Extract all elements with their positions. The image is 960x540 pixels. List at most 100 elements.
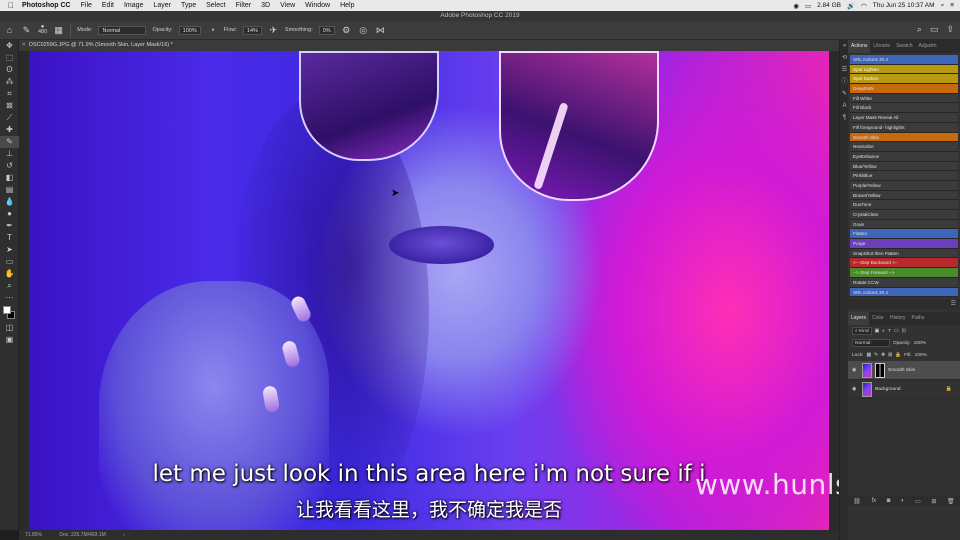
photo-canvas[interactable] [29,51,829,530]
tab-color[interactable]: Color [869,312,887,325]
mode-select[interactable]: Normal [98,25,147,35]
action-item[interactable]: Fill Black [850,103,958,114]
action-item[interactable]: Purge [850,239,958,249]
layer-name[interactable]: Smooth Skin [888,368,915,373]
layer-thumbnail[interactable] [862,381,872,397]
menu-layer[interactable]: Layer [153,2,171,9]
brush-preset-picker[interactable]: ● 480 [38,24,47,35]
action-item[interactable]: Grain [850,219,958,230]
apple-menu-icon[interactable]:  [8,1,14,10]
action-item[interactable]: Layer Mask Reveal All [850,113,958,123]
tab-libraries[interactable]: Librarie [870,40,893,53]
dodge-tool-icon[interactable]: ● [0,208,19,220]
new-layer-icon[interactable]: ⊞ [931,498,936,505]
action-item[interactable]: EyeEnhance [850,151,958,162]
screen-mode-icon[interactable]: ▣ [0,334,19,346]
search-icon[interactable]: ⌕ [917,24,922,35]
layer-row-smooth-skin[interactable]: ◉ Smooth Skin [848,361,960,380]
crop-tool-icon[interactable]: ⌗ [0,88,19,100]
menu-3d[interactable]: 3D [261,2,270,9]
zoom-level[interactable]: 71.85% [25,532,42,538]
search-icon[interactable]: ⌕ [941,2,945,10]
menu-view[interactable]: View [280,2,295,9]
pressure-size-icon[interactable]: ◎ [358,25,369,36]
status-arrow-icon[interactable]: › [123,532,125,538]
menu-window[interactable]: Window [305,2,330,9]
opacity-field[interactable]: 100% [178,25,201,35]
group-icon[interactable]: ▭ [915,498,921,505]
gradient-tool-icon[interactable]: ▤ [0,184,19,196]
airbrush-icon[interactable]: ✈ [268,25,279,36]
symmetry-icon[interactable]: ⋈ [375,25,386,36]
filter-pixel-icon[interactable]: ▣ [875,329,880,334]
home-icon[interactable]: ⌂ [4,25,15,36]
filter-smart-icon[interactable]: ⊡ [902,329,906,334]
action-item[interactable]: Smooth Skin [850,132,958,143]
healing-tool-icon[interactable]: ✚ [0,124,19,136]
volume-icon[interactable]: 🔊 [847,2,855,10]
action-item[interactable]: Spot Lighten [850,64,958,75]
tab-actions[interactable]: Actions [848,40,871,53]
kind-filter-select[interactable]: ⌕ Kind [852,327,872,335]
action-item[interactable]: DuoTone [850,200,958,210]
tab-swatches[interactable]: Swatch [893,40,915,53]
lock-paint-icon[interactable]: ✎ [874,353,878,358]
brush-tool-icon[interactable]: ✎ [0,136,19,148]
action-item[interactable]: Brown/Yellow [850,190,958,201]
close-tab-icon[interactable]: × [22,40,26,51]
actions-menu-icon[interactable]: ☰ [848,299,960,310]
layer-opacity-value[interactable]: 100% [914,341,926,346]
visibility-eye-icon[interactable]: ◉ [852,386,859,392]
menu-filter[interactable]: Filter [236,2,252,9]
history-brush-tool-icon[interactable]: ↺ [0,160,19,172]
app-menu[interactable]: Photoshop CC [22,2,71,9]
menu-type[interactable]: Type [181,2,196,9]
layer-row-background[interactable]: ◉ Background 🔒 [848,380,960,399]
link-layers-icon[interactable]: ⛓ [853,498,861,505]
menu-file[interactable]: File [81,2,92,9]
workspace-icon[interactable]: ▭ [930,24,939,35]
menu-image[interactable]: Image [124,2,143,9]
action-item[interactable]: CrystalClear [850,210,958,220]
type-tool-icon[interactable]: T [0,232,19,244]
smoothing-settings-icon[interactable]: ⚙ [341,25,352,36]
layer-thumbnail[interactable] [862,362,872,378]
move-tool-icon[interactable]: ✥ [0,40,19,52]
action-item[interactable]: Neutralize [850,142,958,152]
rectangle-tool-icon[interactable]: ▭ [0,256,19,268]
action-item[interactable]: Spot Darken [850,74,958,85]
adjustment-layer-icon[interactable]: ◐ [901,498,905,504]
visibility-eye-icon[interactable]: ◉ [852,367,859,373]
hand-tool-icon[interactable]: ✋ [0,268,19,280]
eraser-tool-icon[interactable]: ◧ [0,172,19,184]
lock-all-icon[interactable]: 🔒 [895,353,901,358]
layer-mask-thumbnail[interactable] [875,362,885,378]
tab-paths[interactable]: Paths [909,312,928,325]
fill-value[interactable]: 100% [915,353,927,358]
pressure-opacity-icon[interactable]: ◔ [207,25,218,36]
action-item[interactable]: Fill foreground- highlights [850,122,958,133]
lock-move-icon[interactable]: ✥ [881,353,885,358]
frame-tool-icon[interactable]: ⊠ [0,100,19,112]
color-swatches[interactable] [0,304,18,322]
blur-tool-icon[interactable]: 💧 [0,196,19,208]
action-item[interactable]: SRL Actions 20.4 [850,55,958,65]
action-item[interactable]: SRL Actions 20.4 [850,287,958,298]
filter-shape-icon[interactable]: ▭ [894,329,899,334]
layer-name[interactable]: Background [875,387,901,392]
marquee-tool-icon[interactable]: ⬚ [0,52,19,64]
smoothing-field[interactable]: 0% [318,25,335,35]
menu-list-icon[interactable]: ≡ [950,2,954,9]
action-item[interactable]: Purple/Yellow [850,180,958,191]
action-item[interactable]: Blue/Yellow [850,161,958,172]
wifi-icon[interactable]: ◠ [861,2,867,10]
foreground-color-swatch[interactable] [3,306,11,314]
blend-mode-select[interactable]: Normal [852,339,890,347]
quick-select-tool-icon[interactable]: ⁂ [0,76,19,88]
filter-adjust-icon[interactable]: ◐ [882,329,885,334]
brush-settings-icon[interactable]: ▦ [53,25,64,36]
display-icon[interactable]: ▭ [805,2,811,10]
menu-select[interactable]: Select [206,2,225,9]
lasso-tool-icon[interactable]: ʘ [0,64,19,76]
menu-help[interactable]: Help [340,2,354,9]
